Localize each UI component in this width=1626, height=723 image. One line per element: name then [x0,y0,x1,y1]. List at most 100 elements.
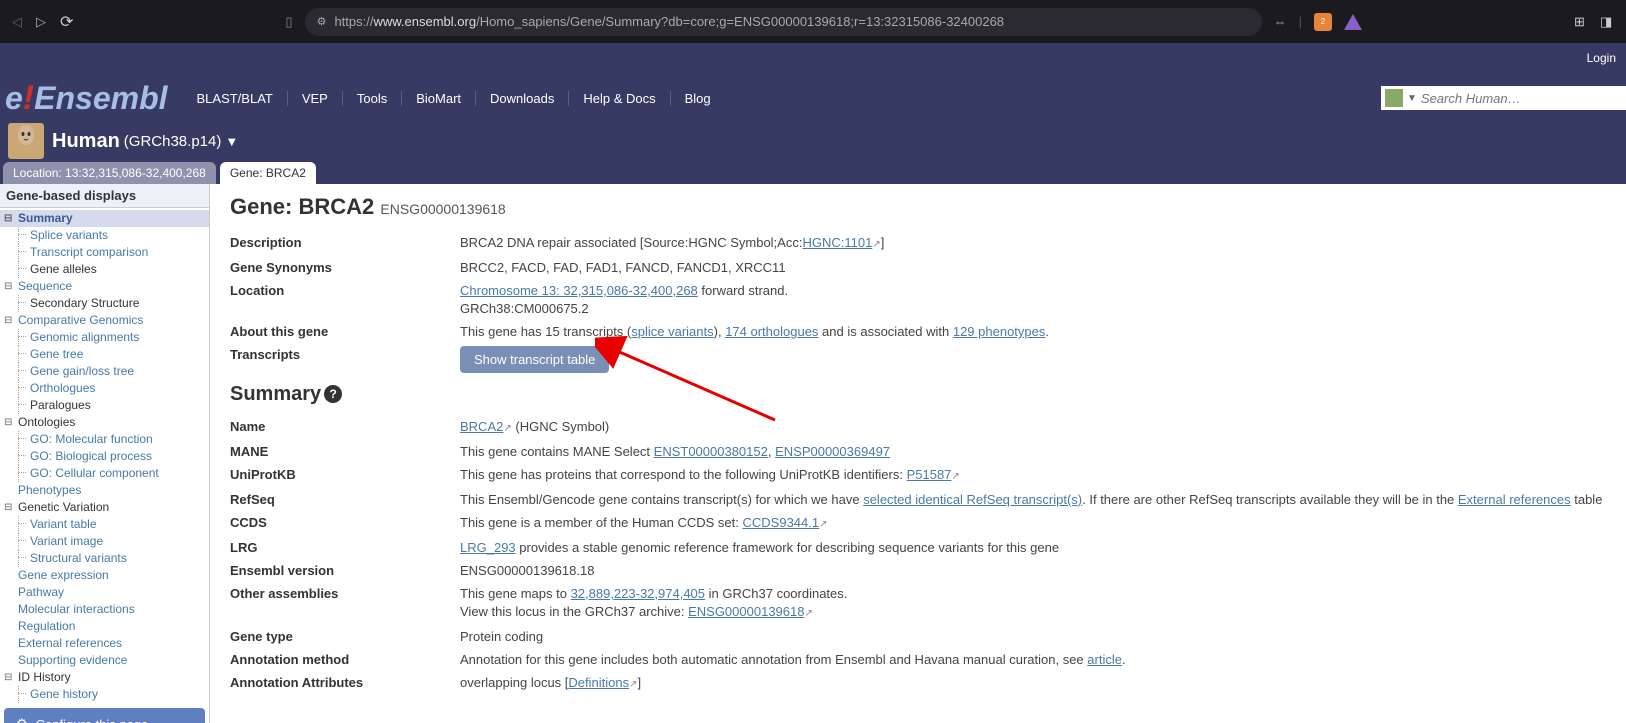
link-chromosome[interactable]: Chromosome 13: 32,315,086-32,400,268 [460,283,698,298]
tab-location[interactable]: Location: 13:32,315,086-32,400,268 [3,162,216,184]
sidebar-item-sequence[interactable]: Sequence [0,278,209,295]
main-nav: BLAST/BLAT VEP Tools BioMart Downloads H… [183,91,725,106]
sidebar-item-id-history[interactable]: ID History [0,669,209,686]
extensions-icon[interactable]: ⊞ [1574,14,1590,30]
value-about: This gene has 15 transcripts (splice var… [460,323,1606,341]
sidebar-item-variant-table[interactable]: Variant table [0,516,209,533]
sidebar-item-ontologies[interactable]: Ontologies [0,414,209,431]
link-refseq-identical[interactable]: selected identical RefSeq transcript(s) [863,492,1082,507]
nav-tools[interactable]: Tools [342,91,401,106]
link-external-refs[interactable]: External references [1458,492,1571,507]
link-ccds[interactable]: CCDS9344.1 [743,515,828,530]
value-annmethod: Annotation for this gene includes both a… [460,651,1606,669]
sidebar-item-external-references[interactable]: External references [0,635,209,652]
label-name: Name [230,418,460,438]
label-lrg: LRG [230,539,460,557]
species-name[interactable]: Human [52,130,120,153]
sidebar-item-transcript-comparison[interactable]: Transcript comparison [0,244,209,261]
label-location: Location [230,282,460,318]
value-mane: This gene contains MANE Select ENST00000… [460,443,1606,461]
nav-vep[interactable]: VEP [287,91,342,106]
nav-blog[interactable]: Blog [670,91,725,106]
sidebar-item-splice[interactable]: Splice variants [0,227,209,244]
sidebar: Gene-based displays Summary Splice varia… [0,184,210,723]
brave-shield-icon[interactable]: 2 [1314,13,1332,31]
search-box: ▼ [1381,86,1626,110]
link-lrg[interactable]: LRG_293 [460,540,516,555]
link-definitions[interactable]: Definitions [568,675,637,690]
label-otherasm: Other assemblies [230,585,460,623]
sidebar-item-gain-loss-tree[interactable]: Gene gain/loss tree [0,363,209,380]
gear-icon: ⚙ [16,716,28,723]
sidebar-item-go-molecular[interactable]: GO: Molecular function [0,431,209,448]
nav-biomart[interactable]: BioMart [401,91,475,106]
sidebar-item-genomic-alignments[interactable]: Genomic alignments [0,329,209,346]
main-header: e!Ensembl BLAST/BLAT VEP Tools BioMart D… [0,73,1626,123]
link-splice-variants[interactable]: splice variants [631,324,713,339]
url-bar[interactable]: ⚙ https://www.ensembl.org/Homo_sapiens/G… [305,8,1262,36]
label-mane: MANE [230,443,460,461]
sidebar-item-gene-history[interactable]: Gene history [0,686,209,703]
link-mane-ensp[interactable]: ENSP00000369497 [775,444,890,459]
sidebar-item-paralogues[interactable]: Paralogues [0,397,209,414]
sidebar-item-structural-variants[interactable]: Structural variants [0,550,209,567]
back-button[interactable]: ◁ [10,15,24,29]
site-settings-icon[interactable]: ⚙ [317,15,327,28]
value-location: Chromosome 13: 32,315,086-32,400,268 for… [460,282,1606,318]
brave-rewards-icon[interactable] [1344,14,1362,30]
link-grch37-archive[interactable]: ENSG00000139618 [688,604,813,619]
link-grch37-coords[interactable]: 32,889,223-32,974,405 [571,586,705,601]
reload-button[interactable]: ⟳ [60,12,73,32]
login-link[interactable]: Login [1587,51,1616,65]
nav-blast[interactable]: BLAST/BLAT [183,91,287,106]
sidebar-item-orthologues[interactable]: Orthologues [0,380,209,397]
sidebar-item-pathway[interactable]: Pathway [0,584,209,601]
sidebar-item-comparative-genomics[interactable]: Comparative Genomics [0,312,209,329]
sidebar-item-gene-tree[interactable]: Gene tree [0,346,209,363]
link-orthologues[interactable]: 174 orthologues [725,324,818,339]
sidebar-item-variant-image[interactable]: Variant image [0,533,209,550]
sidebar-item-phenotypes[interactable]: Phenotypes [0,482,209,499]
species-dropdown-icon[interactable]: ▼ [225,134,238,149]
link-uniprot[interactable]: P51587 [907,467,960,482]
configure-page-button[interactable]: ⚙ Configure this page [4,708,205,723]
label-uniprot: UniProtKB [230,466,460,486]
label-ensver: Ensembl version [230,562,460,580]
show-transcript-table-button[interactable]: Show transcript table [460,346,609,373]
share-icon[interactable]: ⇔ [1274,14,1287,29]
species-search-icon [1385,89,1403,107]
sidebar-item-regulation[interactable]: Regulation [0,618,209,635]
sidebar-toggle-icon[interactable]: ◨ [1600,14,1616,30]
sidebar-item-summary[interactable]: Summary [0,210,209,227]
sidebar-item-molecular-interactions[interactable]: Molecular interactions [0,601,209,618]
label-annmethod: Annotation method [230,651,460,669]
label-ccds: CCDS [230,514,460,534]
tab-gene[interactable]: Gene: BRCA2 [220,162,316,184]
sidebar-item-gene-expression[interactable]: Gene expression [0,567,209,584]
label-about: About this gene [230,323,460,341]
page-title: Gene: BRCA2 ENSG00000139618 [230,194,1606,220]
label-annattr: Annotation Attributes [230,674,460,694]
value-annattr: overlapping locus [Definitions] [460,674,1606,694]
sidebar-item-go-cellular[interactable]: GO: Cellular component [0,465,209,482]
label-refseq: RefSeq [230,491,460,509]
link-mane-enst[interactable]: ENST00000380152 [654,444,768,459]
sidebar-item-supporting-evidence[interactable]: Supporting evidence [0,652,209,669]
link-brca2-name[interactable]: BRCA2 [460,419,512,434]
link-article[interactable]: article [1087,652,1122,667]
bookmark-button[interactable]: ▯ [285,14,292,30]
value-ccds: This gene is a member of the Human CCDS … [460,514,1606,534]
sidebar-item-gene-alleles[interactable]: Gene alleles [0,261,209,278]
forward-button[interactable]: ▷ [34,15,48,29]
nav-downloads[interactable]: Downloads [475,91,568,106]
link-phenotypes[interactable]: 129 phenotypes [953,324,1046,339]
sidebar-item-genetic-variation[interactable]: Genetic Variation [0,499,209,516]
help-icon[interactable]: ? [324,385,342,403]
sidebar-item-secondary-structure[interactable]: Secondary Structure [0,295,209,312]
sidebar-item-go-biological[interactable]: GO: Biological process [0,448,209,465]
ensembl-logo[interactable]: e!Ensembl [0,79,183,118]
nav-help[interactable]: Help & Docs [568,91,669,106]
link-hgnc[interactable]: HGNC:1101 [802,235,880,250]
search-dropdown-icon[interactable]: ▼ [1407,93,1417,104]
search-input[interactable] [1421,91,1622,106]
